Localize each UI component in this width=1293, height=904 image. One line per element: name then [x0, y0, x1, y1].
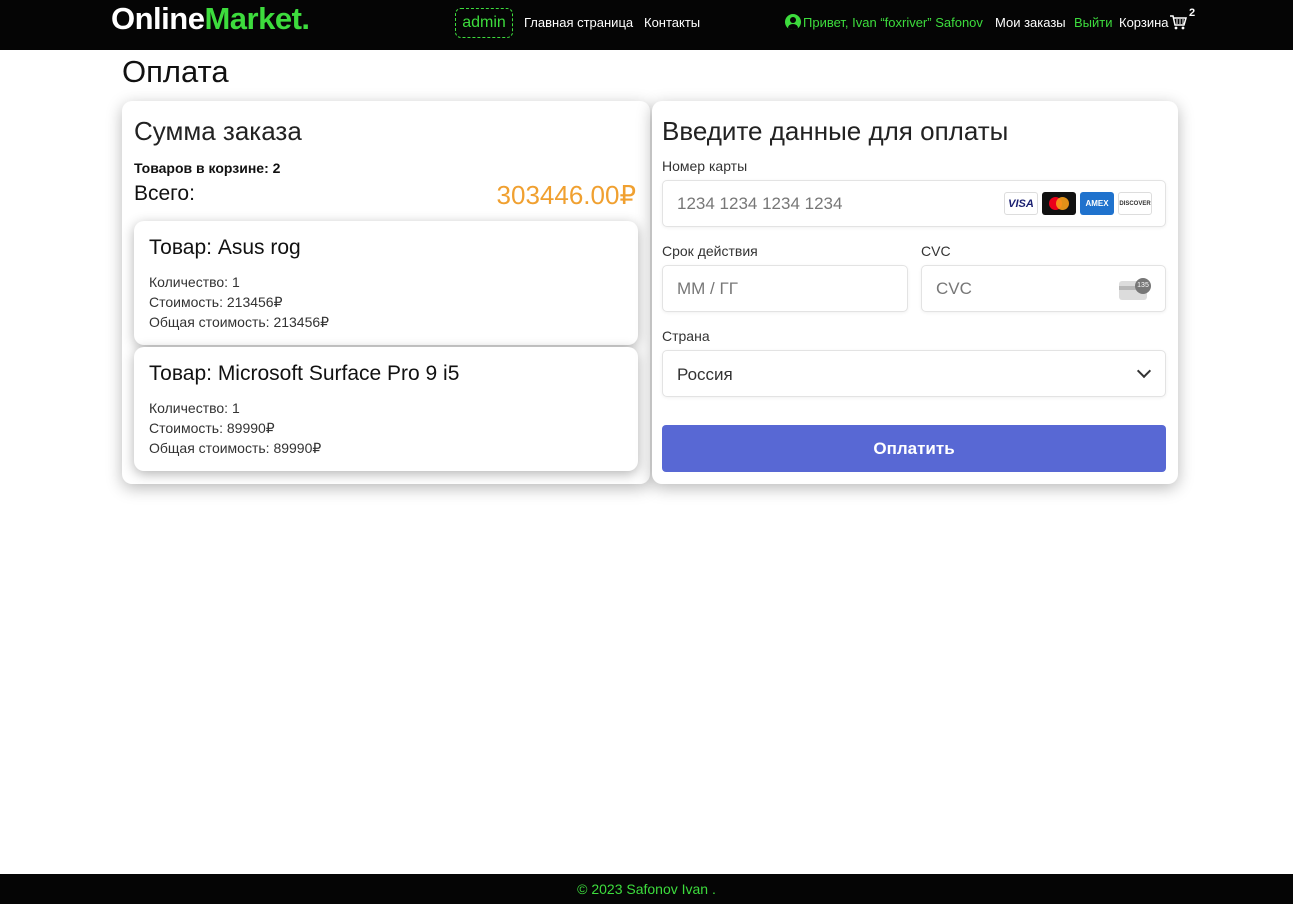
admin-link[interactable]: admin [455, 8, 513, 38]
item-title: Товар: Microsoft Surface Pro 9 i5 [149, 362, 460, 385]
summary-heading: Сумма заказа [134, 116, 302, 146]
pay-button[interactable]: Оплатить [662, 425, 1166, 472]
site-logo[interactable]: OnlineMarket. [111, 1, 310, 37]
item-quantity: Количество: 1 [149, 400, 240, 416]
order-summary-panel: Сумма заказа Товаров в корзине: 2 Всего:… [122, 101, 650, 484]
cvc-label: CVC [921, 243, 951, 259]
cart-count-badge: 2 [1189, 7, 1196, 19]
item-quantity: Количество: 1 [149, 274, 240, 290]
cart-items-count: Товаров в корзине: 2 [134, 160, 281, 176]
mastercard-logo-icon [1042, 192, 1076, 215]
order-item-card: Товар: Microsoft Surface Pro 9 i5 Количе… [134, 347, 638, 471]
cvc-card-icon: 135 [1119, 278, 1151, 300]
greeting-text: Привет, Ivan “foxriver” Safonov [803, 14, 983, 30]
card-number-field: VISA AMEX DISCOVER [662, 180, 1166, 227]
discover-logo-icon: DISCOVER [1118, 192, 1152, 215]
logo-accent-text: Market. [204, 1, 310, 36]
footer-copyright: © 2023 Safonov Ivan . [0, 874, 1293, 904]
amex-logo-icon: AMEX [1080, 192, 1114, 215]
item-price: Стоимость: 213456₽ [149, 294, 283, 310]
country-selected-value: Россия [677, 365, 733, 384]
user-circle-icon [785, 14, 801, 30]
cvc-hint-number: 135 [1135, 278, 1151, 294]
visa-logo-icon: VISA [1004, 192, 1038, 215]
cart-label: Корзина [1119, 14, 1169, 30]
item-total: Общая стоимость: 89990₽ [149, 440, 322, 456]
my-orders-link[interactable]: Мои заказы [995, 15, 1066, 30]
logo-main-text: Online [111, 1, 205, 36]
expiry-label: Срок действия [662, 243, 758, 259]
payment-form-panel: Введите данные для оплаты Номер карты VI… [652, 101, 1178, 484]
chevron-down-icon [1136, 363, 1152, 379]
logout-link[interactable]: Выйти [1074, 15, 1113, 30]
card-brand-logos: VISA AMEX DISCOVER [1004, 192, 1152, 215]
item-total: Общая стоимость: 213456₽ [149, 314, 330, 330]
item-price: Стоимость: 89990₽ [149, 420, 275, 436]
total-value: 303446.00₽ [496, 180, 636, 210]
country-label: Страна [662, 328, 710, 344]
page-title: Оплата [122, 54, 229, 89]
order-item-card: Товар: Asus rog Количество: 1 Стоимость:… [134, 221, 638, 345]
expiry-field [662, 265, 908, 312]
payment-heading: Введите данные для оплаты [662, 116, 1009, 146]
nav-contacts-link[interactable]: Контакты [644, 15, 700, 30]
cvc-field: 135 [921, 265, 1166, 312]
total-label: Всего: [134, 182, 195, 205]
shopping-cart-icon [1169, 15, 1187, 30]
expiry-input[interactable] [663, 266, 907, 311]
nav-home-link[interactable]: Главная страница [524, 15, 633, 30]
cart-link[interactable]: Корзина [1119, 14, 1187, 30]
top-navbar: OnlineMarket. admin Главная страница Кон… [0, 0, 1293, 50]
country-select[interactable]: Россия [662, 350, 1166, 397]
item-title: Товар: Asus rog [149, 236, 301, 259]
user-greeting[interactable]: Привет, Ivan “foxriver” Safonov [785, 14, 983, 30]
card-number-label: Номер карты [662, 158, 748, 174]
